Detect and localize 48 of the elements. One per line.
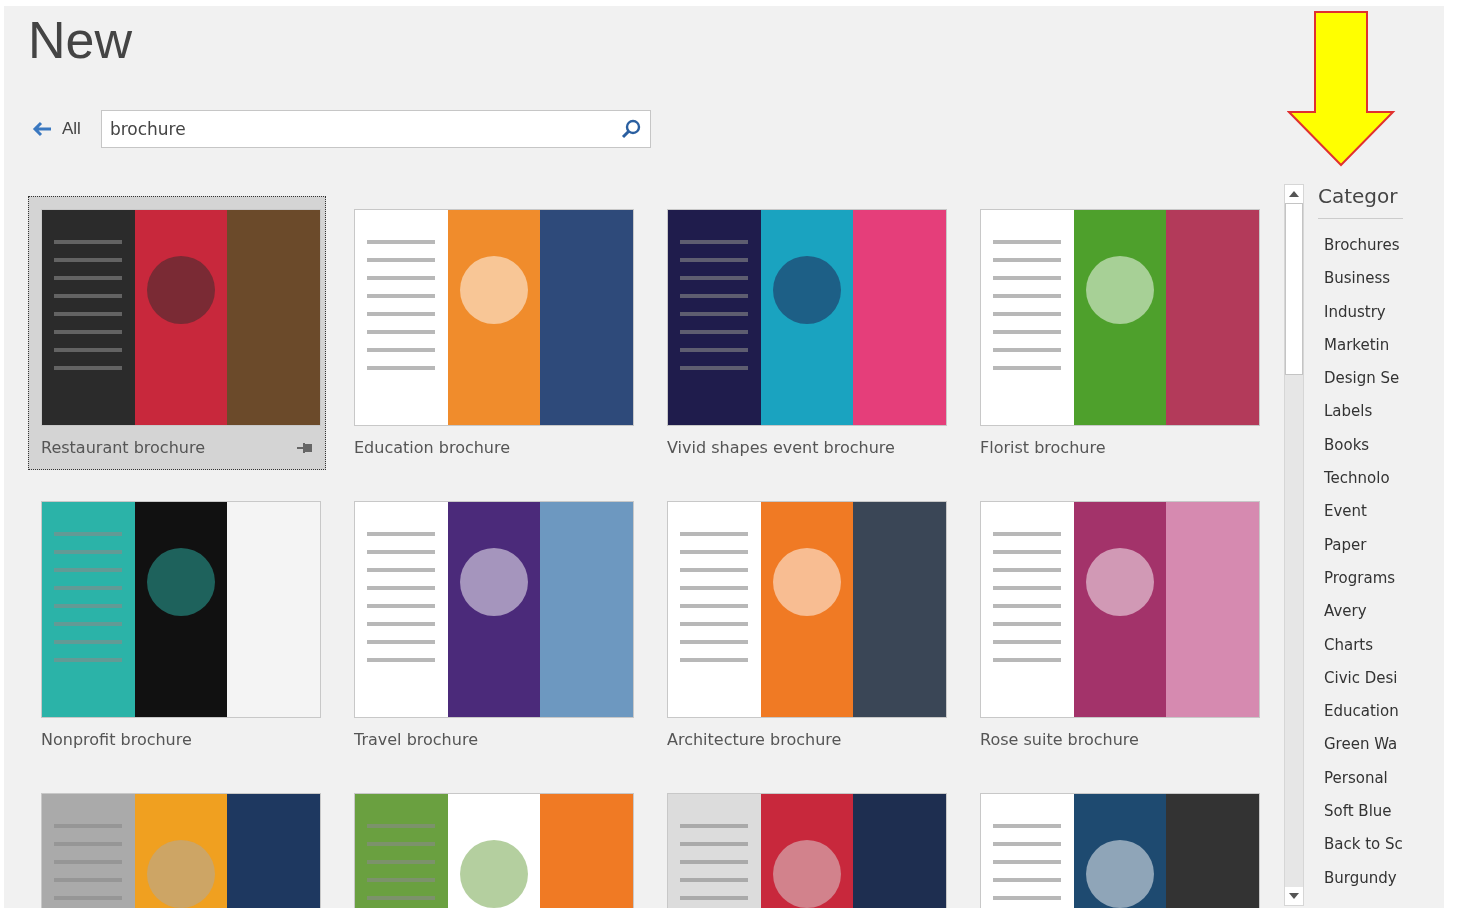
category-link[interactable]: Charts [1324,628,1403,662]
template-card[interactable]: Rose suite brochure [967,488,1265,762]
category-link[interactable]: Business [1324,262,1403,296]
back-button[interactable]: All [32,119,81,139]
categories-heading: Categor [1318,184,1403,219]
pin-icon[interactable] [297,441,313,454]
template-title: Travel brochure [354,730,478,749]
template-card[interactable]: Florist brochure [967,196,1265,470]
category-link[interactable]: Design Se [1324,362,1403,396]
category-link[interactable]: Avery [1324,595,1403,629]
scroll-down-icon[interactable] [1289,893,1299,899]
template-card[interactable]: Education brochure [341,196,639,470]
category-link[interactable]: Back to Sc [1324,828,1403,862]
template-card[interactable]: Vivid shapes event brochure [654,196,952,470]
template-title: Education brochure [354,438,511,457]
template-card[interactable]: Architecture brochure [654,488,952,762]
category-link[interactable]: Paper [1324,528,1403,562]
category-link[interactable]: Civic Desi [1324,661,1403,696]
category-link[interactable]: Burgundy [1324,861,1403,895]
search-field[interactable]: brochure [100,110,651,148]
category-link[interactable]: Programs [1324,561,1403,596]
template-title: Architecture brochure [667,730,842,749]
down-arrow-icon [1287,10,1397,168]
scroll-up-icon[interactable] [1289,191,1299,197]
template-card[interactable]: Travel brochure [341,488,639,762]
category-link[interactable]: Personal [1324,761,1403,796]
template-title: Florist brochure [980,438,1106,457]
template-title: Vivid shapes event brochure [667,438,895,457]
back-arrow-icon [32,121,52,137]
category-link[interactable]: Labels [1324,395,1403,429]
category-link[interactable]: Soft Blue [1324,795,1403,829]
template-title: Rose suite brochure [980,730,1139,749]
category-link[interactable]: Education [1324,695,1403,729]
template-title: Restaurant brochure [41,438,205,457]
category-link[interactable]: Green Wa [1324,728,1403,762]
category-link[interactable]: Industry [1324,295,1403,329]
category-link[interactable]: Event [1324,495,1403,529]
scroll-thumb[interactable] [1285,203,1303,375]
page-title: New [28,10,133,70]
template-card[interactable]: Restaurant brochure [28,196,326,470]
category-link[interactable]: Marketin [1324,328,1403,363]
category-link[interactable]: Brochures [1324,229,1403,263]
scrollbar[interactable] [1284,184,1304,906]
template-card[interactable]: Nonprofit brochure [28,488,326,762]
search-icon[interactable] [620,119,641,139]
category-link[interactable]: Books [1324,428,1403,463]
category-link[interactable]: Technolo [1324,462,1403,496]
template-title: Nonprofit brochure [41,730,192,749]
